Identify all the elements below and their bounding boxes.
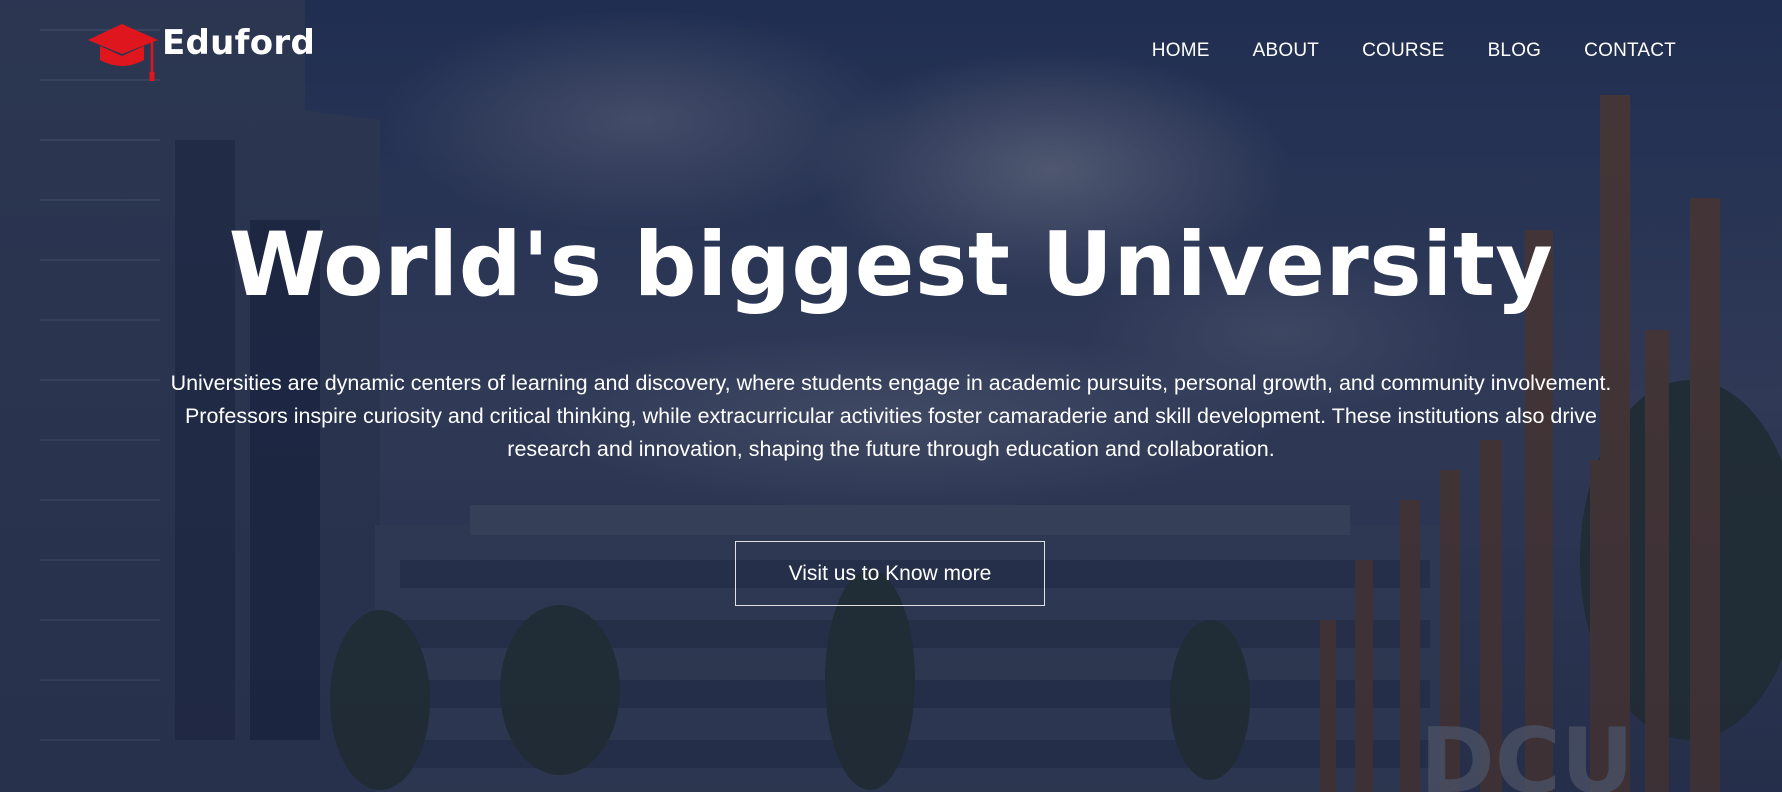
nav-link-contact[interactable]: CONTACT [1584, 40, 1676, 61]
hero-description: Universities are dynamic centers of lear… [90, 367, 1692, 466]
graduation-cap-icon [88, 24, 158, 81]
nav-link-about[interactable]: ABOUT [1253, 40, 1319, 61]
navbar: Eduford HOME ABOUT COURSE BLOG CONTACT [0, 0, 1782, 90]
brand-logo[interactable]: Eduford [86, 18, 315, 82]
visit-us-button[interactable]: Visit us to Know more [735, 541, 1045, 606]
hero-description-line-3: research and innovation, shaping the fut… [507, 437, 1275, 461]
nav-link-home[interactable]: HOME [1152, 40, 1210, 61]
nav-link-blog[interactable]: BLOG [1488, 40, 1542, 61]
nav-item-blog: BLOG [1488, 40, 1542, 62]
nav-item-course: COURSE [1362, 40, 1445, 62]
nav-item-contact: CONTACT [1584, 40, 1676, 62]
nav-menu: HOME ABOUT COURSE BLOG CONTACT [1152, 40, 1676, 62]
nav-item-home: HOME [1152, 40, 1210, 62]
brand-name: Eduford [162, 23, 316, 63]
hero-description-line-2: Professors inspire curiosity and critica… [184, 404, 1598, 428]
hero-title: World's biggest University [228, 213, 1554, 316]
nav-item-about: ABOUT [1253, 40, 1319, 62]
hero-description-line-1: Universities are dynamic centers of lear… [170, 371, 1612, 395]
nav-link-course[interactable]: COURSE [1362, 40, 1445, 61]
